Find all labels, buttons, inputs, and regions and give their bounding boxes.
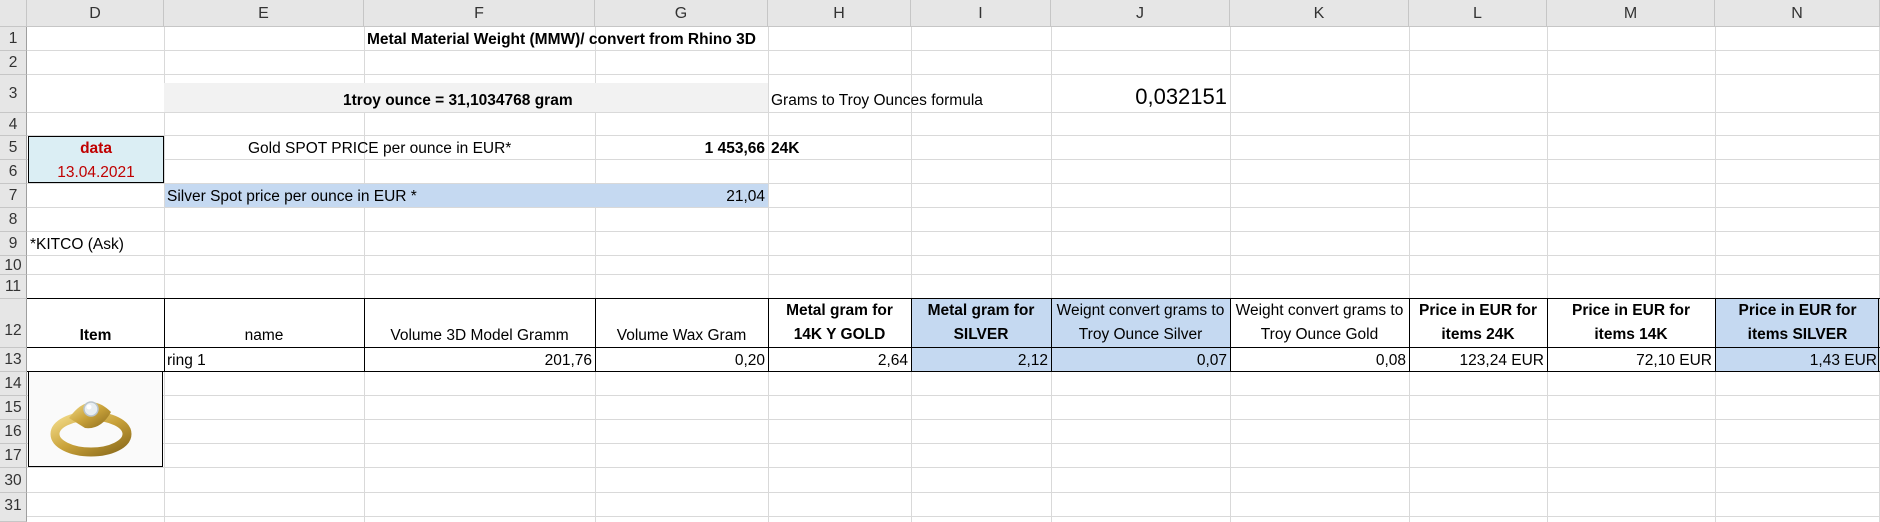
row-volume-3d[interactable]: 201,76 [364,348,595,372]
header-item[interactable]: Item [27,299,164,347]
gold-spot-label[interactable]: Gold SPOT PRICE per ounce in EUR* [245,136,514,160]
column-header-k[interactable]: K [1230,0,1409,27]
silver-spot-value[interactable]: 21,04 [595,184,768,208]
row-header-6[interactable]: 6 [0,160,27,184]
row-header-5[interactable]: 5 [0,136,27,160]
row-convert-silver[interactable]: 0,07 [1051,348,1230,372]
row-metal-silver[interactable]: 2,12 [911,348,1051,372]
row-header-13[interactable]: 13 [0,348,27,372]
header-price-silver[interactable]: Price in EUR for items SILVER [1715,299,1880,347]
row-header-10[interactable]: 10 [0,256,27,275]
row-price-24k[interactable]: 123,24 EUR [1409,348,1547,372]
column-header-d[interactable]: D [27,0,164,27]
troy-ounce-label[interactable]: 1troy ounce = 31,1034768 gram [340,85,576,112]
row-metal-14k[interactable]: 2,64 [768,348,911,372]
column-header-l[interactable]: L [1409,0,1547,27]
column-header-j[interactable]: J [1051,0,1230,27]
row-header-15[interactable]: 15 [0,396,27,420]
kitco-note[interactable]: *KITCO (Ask) [27,232,127,256]
header-metal-14k[interactable]: Metal gram for 14K Y GOLD [768,299,911,347]
row-header-2[interactable]: 2 [0,51,27,75]
row-price-silver[interactable]: 1,43 EUR [1715,348,1880,372]
header-name[interactable]: name [164,299,364,347]
row-header-14[interactable]: 14 [0,372,27,396]
row-header-1[interactable]: 1 [0,27,27,51]
corner-select-all[interactable] [0,0,27,27]
gold-karat[interactable]: 24K [768,136,802,160]
row-header-16[interactable]: 16 [0,420,27,444]
ring-image[interactable] [28,372,163,467]
column-header-m[interactable]: M [1547,0,1715,27]
row-volume-wax[interactable]: 0,20 [595,348,768,372]
column-header-g[interactable]: G [595,0,768,27]
column-header-i[interactable]: I [911,0,1051,27]
row-name[interactable]: ring 1 [164,348,209,372]
header-metal-silver[interactable]: Metal gram for SILVER [911,299,1051,347]
header-volume-3d[interactable]: Volume 3D Model Gramm [364,299,595,347]
row-header-3[interactable]: 3 [0,75,27,113]
data-label[interactable]: data [28,136,164,160]
row-header-31[interactable]: 31 [0,493,27,522]
data-date[interactable]: 13.04.2021 [28,160,164,184]
row-header-12[interactable]: 12 [0,299,27,348]
gold-spot-value[interactable]: 1 453,66 [595,136,768,160]
row-convert-gold[interactable]: 0,08 [1230,348,1409,372]
header-convert-gold[interactable]: Weight convert grams to Troy Ounce Gold [1230,299,1409,347]
header-price-14k[interactable]: Price in EUR for items 14K [1547,299,1715,347]
header-price-24k[interactable]: Price in EUR for items 24K [1409,299,1547,347]
row-header-11[interactable]: 11 [0,275,27,299]
row-header-30[interactable]: 30 [0,468,27,493]
grams-to-troy-value[interactable]: 0,032151 [1051,80,1230,112]
column-header-e[interactable]: E [164,0,364,27]
row-header-8[interactable]: 8 [0,208,27,232]
grams-to-troy-label[interactable]: Grams to Troy Ounces formula [768,85,986,112]
column-header-n[interactable]: N [1715,0,1880,27]
row-header-9[interactable]: 9 [0,232,27,256]
row-header-17[interactable]: 17 [0,444,27,468]
ring-icon [50,401,132,457]
silver-spot-label[interactable]: Silver Spot price per ounce in EUR * [164,184,420,208]
header-convert-silver[interactable]: Weignt convert grams to Troy Ounce Silve… [1051,299,1230,347]
row-price-14k[interactable]: 72,10 EUR [1547,348,1715,372]
column-header-f[interactable]: F [364,0,595,27]
sheet-title[interactable]: Metal Material Weight (MMW)/ convert fro… [364,27,759,51]
header-volume-wax[interactable]: Volume Wax Gram [595,299,768,347]
row-header-7[interactable]: 7 [0,184,27,208]
row-header-4[interactable]: 4 [0,113,27,136]
column-header-h[interactable]: H [768,0,911,27]
